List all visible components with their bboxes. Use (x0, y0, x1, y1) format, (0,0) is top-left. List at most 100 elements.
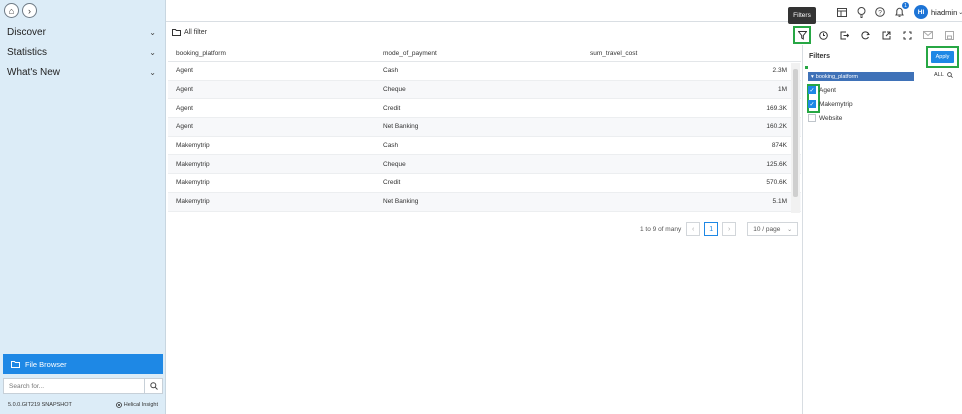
table-cell: Cash (383, 142, 399, 150)
table-row: Makemytrip Cheque 125.6K (168, 155, 801, 175)
sidebar-item-discover[interactable]: Discover ⌄ (0, 22, 165, 42)
pagination: 1 to 9 of many ‹ 1 › 10 / page ⌄ (640, 222, 799, 236)
search-button[interactable] (144, 379, 162, 393)
fullscreen-button[interactable] (898, 26, 916, 44)
brand-name: Helical Insight (123, 402, 158, 408)
checkbox-checked[interactable]: ✓ (808, 100, 816, 108)
chevron-down-icon: ⌄ (149, 47, 156, 57)
sidebar-item-label: What's New (7, 66, 61, 78)
apply-button[interactable]: Apply (931, 51, 954, 63)
search-input[interactable] (4, 382, 144, 390)
table-row: Makemytrip Cash 874K (168, 137, 801, 156)
sidebar-item-whats-new[interactable]: What's New ⌄ (0, 62, 165, 82)
toolbar-icons (793, 26, 961, 44)
tips-button[interactable] (854, 5, 868, 19)
open-new-button[interactable] (877, 26, 895, 44)
apply-highlight: Apply (926, 46, 959, 68)
email-button[interactable] (919, 26, 937, 44)
file-browser-button[interactable]: File Browser (3, 354, 163, 374)
filter-option-label: Agent (819, 86, 836, 94)
save-button[interactable] (940, 26, 958, 44)
file-browser-label: File Browser (25, 359, 67, 369)
sidebar: Discover ⌄ Statistics ⌄ What's New ⌄ Fil… (0, 22, 166, 414)
version-text: 5.0.0.GIT219 SNAPSHOT (8, 402, 72, 408)
search-icon (149, 382, 158, 390)
next-page-button[interactable]: › (722, 222, 737, 236)
sidebar-item-statistics[interactable]: Statistics ⌄ (0, 42, 165, 62)
table-cell: 2.3M (772, 67, 787, 75)
refresh-icon (860, 30, 870, 39)
table-cell: Makemytrip (176, 179, 210, 187)
help-icon: ? (875, 7, 885, 17)
table-row: Agent Net Banking 160.2K (168, 118, 801, 137)
chevron-right-icon: › (728, 225, 731, 233)
table-cell: Cheque (383, 160, 406, 168)
table-cell: Cash (383, 67, 399, 75)
dashboard-button[interactable] (835, 5, 849, 19)
select-all-link[interactable]: ALL (934, 72, 944, 78)
table-cell: Agent (176, 104, 193, 112)
checkbox-unchecked[interactable] (808, 114, 816, 122)
help-button[interactable]: ? (873, 5, 887, 19)
filter-option-label: Makemytrip (819, 100, 853, 108)
table-cell: Makemytrip (176, 142, 210, 150)
notification-badge: 1 (902, 2, 909, 9)
save-icon (944, 30, 954, 40)
filter-option-website[interactable]: Website (808, 112, 842, 124)
table-row: Makemytrip Credit 570.6K (168, 174, 801, 193)
footer: 5.0.0.GIT219 SNAPSHOT Helical Insight (8, 402, 158, 408)
table-row: Makemytrip Net Banking 5.1M (168, 192, 801, 212)
home-icon: ⌂ (8, 5, 15, 16)
filter-icon (797, 30, 807, 40)
home-button[interactable]: ⌂ (4, 3, 19, 18)
table-cell: Makemytrip (176, 160, 210, 168)
open-external-icon (882, 31, 890, 39)
column-header[interactable]: mode_of_payment (375, 50, 582, 57)
column-header[interactable]: sum_travel_cost (582, 50, 792, 57)
filters-button[interactable] (793, 26, 811, 44)
filter-option-makemytrip[interactable]: ✓ Makemytrip (808, 98, 853, 110)
table-cell: Makemytrip (176, 198, 210, 206)
table-cell: 570.6K (766, 179, 787, 187)
table-body: Agent Cash 2.3M Agent Cheque 1M Agent Cr… (168, 62, 801, 212)
column-header[interactable]: booking_platform (168, 50, 375, 57)
chevron-down-icon: ⌄ (149, 67, 156, 77)
chevron-left-icon: ‹ (692, 225, 695, 233)
page-number-button[interactable]: 1 (704, 222, 719, 236)
chevron-down-icon[interactable]: ⌄ (958, 9, 962, 16)
table-cell: Net Banking (383, 198, 419, 206)
page-size-value: 10 / page (753, 225, 781, 233)
helical-logo-icon (115, 402, 122, 408)
checkbox-checked[interactable]: ✓ (808, 86, 816, 94)
prev-page-button[interactable]: ‹ (686, 222, 701, 236)
refresh-button[interactable] (856, 26, 874, 44)
table-cell: Cheque (383, 86, 406, 94)
table-header: booking_platform mode_of_payment sum_tra… (168, 45, 801, 62)
page-size-select[interactable]: 10 / page ⌄ (747, 222, 799, 236)
caret-down-icon: ▾ (811, 73, 814, 80)
report-title: All filter (172, 29, 207, 36)
filter-option-agent[interactable]: ✓ Agent (808, 84, 836, 96)
table-cell: 874K (771, 142, 787, 150)
export-button[interactable] (835, 26, 853, 44)
svg-text:?: ? (878, 9, 882, 16)
notifications-button[interactable]: 1 (892, 2, 909, 19)
report-toolbar: All filter (166, 26, 962, 44)
expand-sidebar-button[interactable]: › (22, 3, 37, 18)
table-scrollbar[interactable] (791, 63, 800, 213)
table-cell: 169.3K (766, 104, 787, 112)
filter-field-header[interactable]: ▾ booking_platform (808, 72, 914, 81)
file-search (3, 378, 163, 394)
sidebar-top: ⌂ › (0, 0, 166, 22)
chevron-right-icon: › (28, 5, 31, 16)
search-icon[interactable] (947, 72, 953, 78)
schedule-button[interactable] (814, 26, 832, 44)
export-icon (840, 31, 849, 39)
avatar[interactable]: HI (914, 5, 928, 19)
mail-icon (923, 31, 933, 39)
dashboard-icon (837, 7, 847, 17)
table-cell: Agent (176, 67, 193, 75)
scrollbar-thumb[interactable] (793, 69, 798, 197)
username[interactable]: hiadmin (931, 8, 957, 17)
table-cell: 5.1M (772, 198, 787, 206)
